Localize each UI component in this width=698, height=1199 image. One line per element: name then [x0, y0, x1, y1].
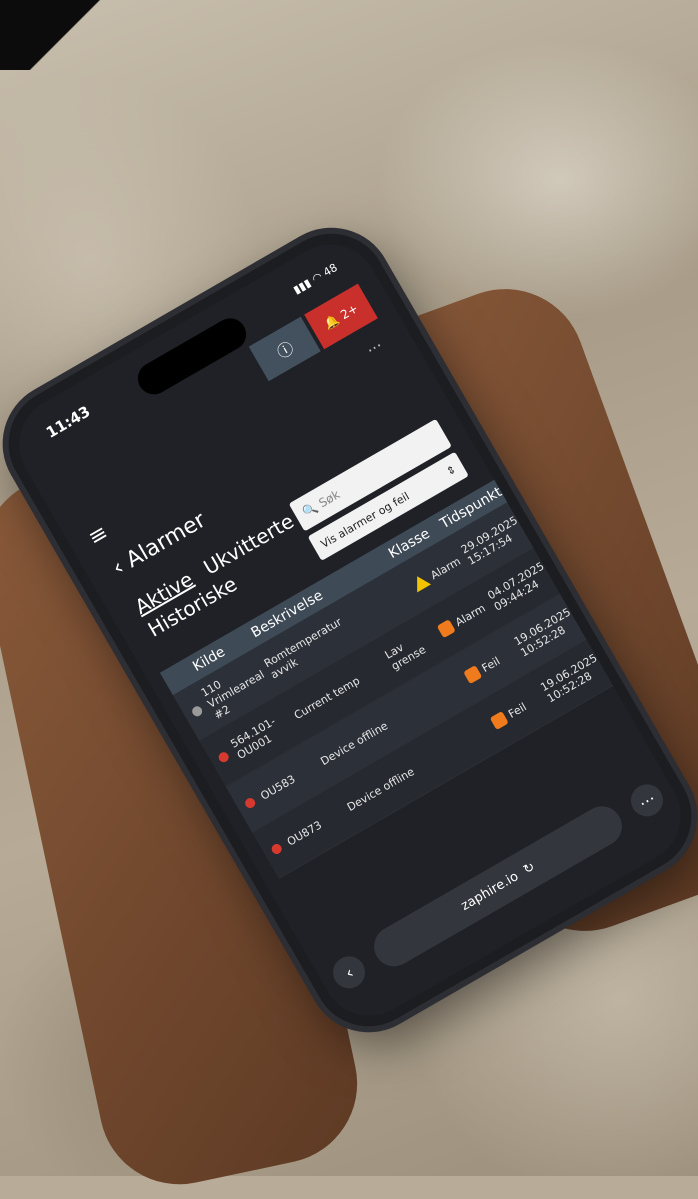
status-dot — [216, 750, 231, 765]
tab-ukvitterte[interactable]: Ukvitterte — [199, 509, 298, 580]
error-icon — [463, 664, 483, 684]
class-label: Alarm — [452, 601, 488, 629]
cell-limit — [416, 678, 467, 708]
cell-class: Feil — [490, 688, 548, 730]
status-dot — [243, 796, 258, 810]
cell-class: Feil — [463, 642, 522, 684]
url-text: zaphire.io — [458, 868, 522, 914]
cell-class: Alarm — [410, 550, 469, 593]
back-icon[interactable]: ‹ — [327, 950, 371, 995]
chevron-updown-icon: ⇕ — [443, 462, 459, 479]
status-time: 11:43 — [42, 402, 94, 442]
status-dot — [190, 704, 205, 719]
battery-level: 48 — [321, 260, 340, 280]
class-label: Alarm — [428, 554, 463, 582]
alarm-count: 2+ — [338, 301, 361, 323]
reload-icon[interactable]: ↻ — [521, 859, 538, 877]
status-battery: ▮▮▮ ◠ 48 — [290, 260, 340, 297]
cell-limit — [363, 586, 414, 616]
error-icon — [490, 710, 510, 730]
cell-limit — [442, 724, 493, 754]
info-icon: ⓘ — [273, 338, 298, 363]
cell-source: OU873 — [284, 818, 324, 849]
more-icon[interactable]: ⋯ — [625, 778, 669, 823]
bell-icon: 🔔 — [321, 312, 342, 332]
class-label: Feil — [505, 699, 529, 721]
status-dot — [269, 842, 284, 856]
warning-icon — [410, 572, 432, 593]
class-label: Feil — [479, 653, 502, 675]
cell-source: OU583 — [258, 772, 298, 803]
more-menu[interactable]: ... — [361, 332, 384, 356]
menu-icon[interactable]: ≡ — [84, 520, 112, 551]
cell-class: Alarm — [437, 596, 495, 639]
shadow-corner — [0, 0, 110, 70]
